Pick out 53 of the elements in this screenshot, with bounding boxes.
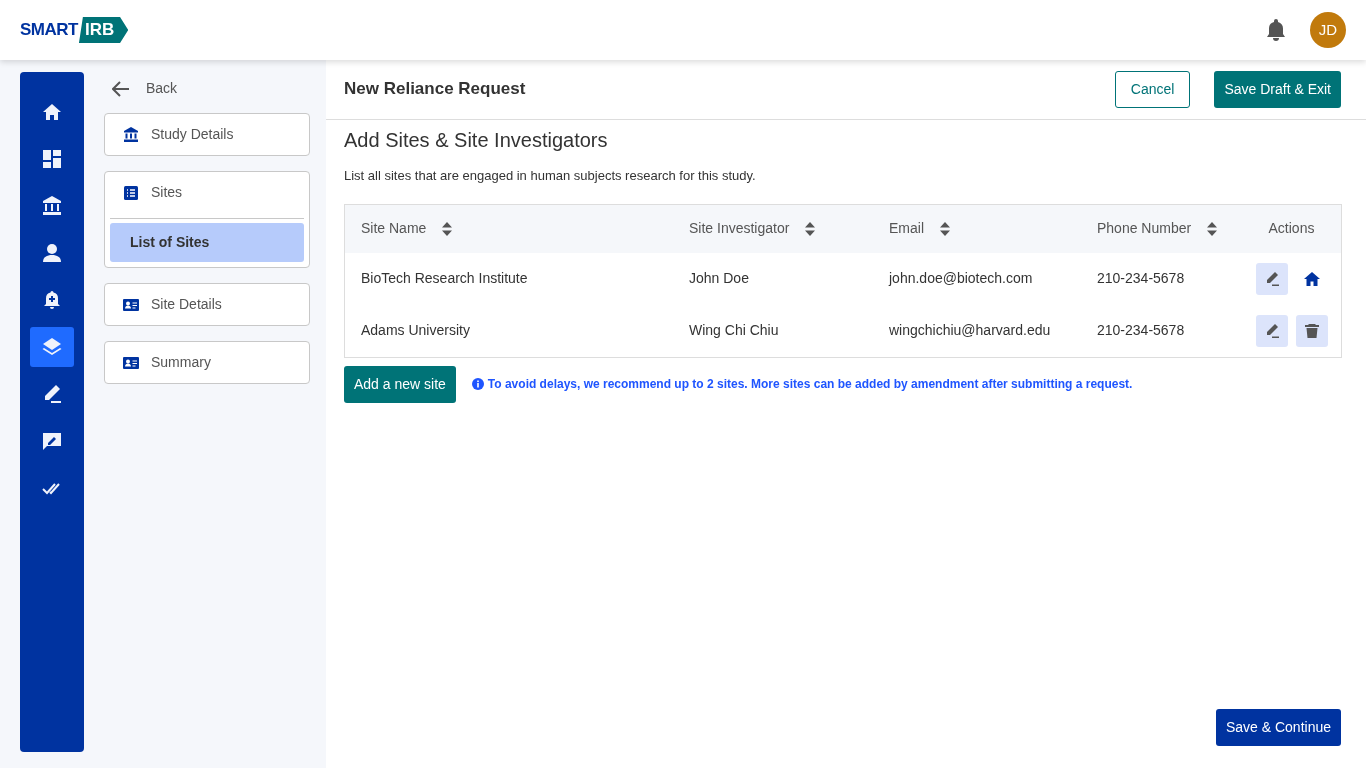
institution-icon — [123, 126, 139, 143]
section-title: Add Sites & Site Investigators — [344, 128, 609, 152]
edit-button[interactable] — [1255, 262, 1288, 295]
add-site-button[interactable]: Add a new site — [344, 365, 456, 403]
section-description: List all sites that are engaged in human subjects research for this study. — [344, 167, 757, 185]
step-nav-item[interactable]: Site Details — [105, 284, 309, 325]
table-cell: John Doe — [689, 270, 749, 286]
page-title: New Reliance Request — [344, 79, 526, 100]
bell-icon[interactable] — [1266, 19, 1286, 41]
pen-icon — [42, 384, 62, 404]
sort-icon[interactable] — [1207, 221, 1218, 236]
table-cell: wingchichiu@harvard.edu — [889, 322, 1051, 338]
table-cell: BioTech Research Institute — [361, 270, 528, 286]
column-header[interactable]: Site Investigator — [689, 218, 790, 239]
column-header[interactable]: Email — [889, 218, 924, 239]
edit-button[interactable] — [1255, 314, 1288, 347]
notice-text: To avoid delays, we recommend up to 2 sites. More sites can be added by amendment after submitting a request. — [487, 376, 1133, 393]
step-nav-item[interactable]: Summary — [105, 342, 309, 383]
delete-button[interactable] — [1295, 314, 1328, 347]
dashboard-icon — [42, 149, 62, 169]
layers-icon — [42, 337, 62, 357]
list-icon — [123, 184, 139, 201]
institution-icon — [42, 196, 62, 216]
table-cell: john.doe@biotech.com — [889, 270, 1033, 286]
cancel-button[interactable]: Cancel — [1114, 71, 1191, 108]
id-card-icon — [123, 296, 139, 313]
step-nav-item[interactable]: Sites — [105, 172, 309, 213]
column-header[interactable]: Phone Number — [1097, 218, 1192, 239]
sort-icon[interactable] — [805, 221, 816, 236]
column-header[interactable]: Site Name — [361, 218, 427, 239]
info-icon — [471, 378, 484, 390]
logo-text: SMART — [20, 19, 78, 42]
sort-icon[interactable] — [940, 221, 950, 236]
table-cell: 210-234-5678 — [1097, 270, 1185, 286]
save-continue-button[interactable]: Save & Continue — [1215, 709, 1341, 746]
save-draft-button[interactable]: Save Draft & Exit — [1214, 71, 1341, 108]
back-arrow-icon — [112, 80, 130, 97]
step-nav-item[interactable]: Study Details — [105, 114, 309, 155]
rail-nav-button[interactable] — [30, 327, 74, 367]
sub-nav-item[interactable]: List of Sites — [110, 223, 304, 262]
comment-pen-icon — [42, 431, 62, 451]
sort-icon[interactable] — [442, 221, 453, 236]
home-icon — [42, 102, 62, 122]
id-card-icon — [123, 354, 139, 371]
column-header: Actions — [1268, 220, 1315, 236]
table-cell: 210-234-5678 — [1097, 322, 1185, 338]
home-icon — [1303, 270, 1320, 287]
table-cell: Adams University — [361, 322, 470, 338]
bell-plus-icon — [42, 290, 62, 310]
table-cell: Wing Chi Chiu — [689, 322, 779, 338]
person-icon — [42, 243, 62, 263]
back-link[interactable]: Back — [104, 72, 186, 105]
trash-icon — [1303, 322, 1320, 339]
